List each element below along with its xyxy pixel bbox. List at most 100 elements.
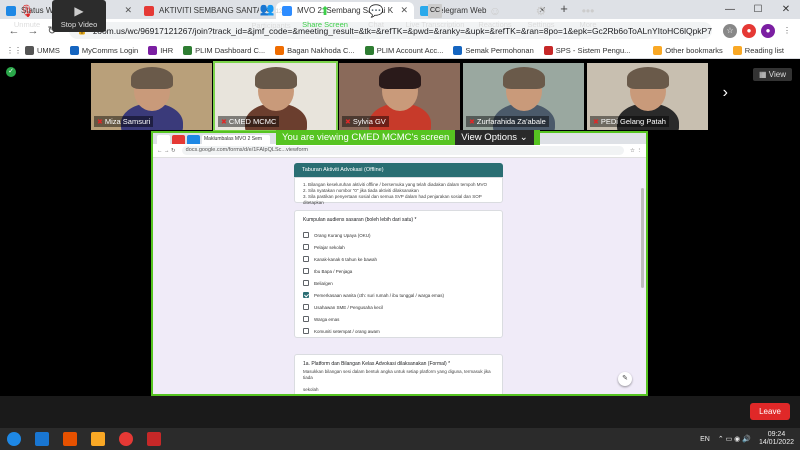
bookmark-folder[interactable]: Other bookmarks (653, 45, 723, 55)
live-transcription-button[interactable]: CC Live Transcription (404, 0, 466, 32)
view-button[interactable]: ▦ View (753, 68, 792, 81)
more-label: More (579, 19, 597, 29)
photos-icon[interactable] (140, 428, 168, 450)
checkbox[interactable] (303, 256, 309, 262)
security-shield-icon[interactable]: ✓ (6, 67, 16, 77)
leave-button[interactable]: Leave (750, 403, 790, 420)
extension-icon[interactable]: ● (742, 23, 756, 38)
next-page-chevron-icon[interactable]: › (723, 84, 728, 102)
internet-explorer-icon[interactable] (28, 428, 56, 450)
maximize-icon[interactable]: ☐ (744, 0, 772, 19)
tray-icons[interactable]: ⌃ ▭ ◉ 🔊 (718, 435, 751, 443)
reactions-button[interactable]: ☺ Reactions (476, 0, 514, 32)
bookmark-item[interactable]: UMMS (25, 45, 60, 55)
bookmark-favicon-icon (25, 45, 34, 55)
live-transcription-label: Live Transcription (405, 19, 465, 29)
participant-name: ✖ Zurfarahida Za'abale (466, 116, 549, 127)
chrome-icon[interactable] (112, 428, 140, 450)
checkbox[interactable] (303, 244, 309, 250)
folder-icon (653, 45, 663, 55)
more-button[interactable]: ••• More (576, 0, 600, 32)
checkbox-option[interactable]: Usahawan SME / Pengusaha kecil (303, 301, 494, 313)
checkbox-label: Orang Kurang Upaya (OKU) (314, 232, 371, 238)
view-options-button[interactable]: View Options ⌄ (455, 130, 534, 145)
mic-muted-icon: ✖ (97, 118, 103, 126)
bookmark-item[interactable]: MyComms Login (69, 45, 139, 55)
shared-screen: Maklumbalas MVO 2 Sem ← → ↻ docs.google.… (151, 131, 648, 396)
media-player-icon[interactable] (56, 428, 84, 450)
bookmark-label: MyComms Login (81, 45, 139, 55)
checkbox[interactable] (303, 232, 309, 238)
mic-muted-icon: ✖ (345, 118, 351, 126)
checkbox-label: Pelajar sekolah (314, 244, 345, 250)
checkbox-option[interactable]: Belia/gen (303, 277, 494, 289)
address-bar: ← → ↻ 🔒 zoom.us/wc/96917121267/join?trac… (0, 19, 800, 42)
participant-gallery: ✖ Miza Samsuri ✖ CMED MCMC ✖ Sylvia GV ✖ Zur… (91, 61, 711, 132)
profile-avatar[interactable]: ● (761, 23, 775, 38)
participant-tile[interactable]: ✖ CMED MCMC (213, 61, 338, 132)
participants-button[interactable]: 👥12 Participants (246, 0, 296, 32)
shared-scrollbar[interactable] (641, 188, 644, 288)
bookmark-item[interactable]: PLIM Dashboard C... (183, 45, 265, 55)
checkbox-option[interactable]: Ibu Bapa / Penjaga (303, 265, 494, 277)
share-screen-button[interactable]: ⬆ Share Screen (300, 0, 350, 32)
checkbox[interactable] (303, 292, 309, 298)
participants-icon: 👥12 (259, 2, 283, 16)
checkbox-option[interactable]: Orang Kurang Upaya (OKU) (303, 229, 494, 241)
checkbox[interactable] (303, 304, 309, 310)
bookmark-favicon-icon (183, 45, 193, 55)
mic-muted-icon: ✖ (469, 118, 475, 126)
bookmark-item[interactable]: IHR (148, 45, 174, 55)
settings-label: Settings (527, 19, 555, 29)
bookmark-label: UMMS (37, 45, 60, 55)
new-tab-button[interactable]: + (556, 2, 572, 18)
checkbox-label: Kanak-kanak 6 tahun ke bawah (314, 256, 378, 262)
checkbox-option[interactable]: Pemerkasaan wanita (cth: suri rumah / ib… (303, 289, 494, 301)
unmute-button[interactable]: 🎙 Unmute (8, 0, 46, 32)
stop-video-button[interactable]: ▶ Stop Video (52, 0, 106, 32)
reactions-icon: ☺ (488, 3, 502, 18)
minimize-icon[interactable]: — (716, 0, 744, 19)
tab-close-icon[interactable]: ✕ (124, 5, 132, 16)
checkbox-option[interactable]: Warga emas (303, 313, 494, 325)
participant-tile[interactable]: ✖ Zurfarahida Za'abale (463, 63, 584, 130)
participant-tile[interactable]: ✖ Sylvia GV (339, 63, 460, 130)
bookmark-item[interactable]: PLIM Account Acc... (364, 45, 443, 55)
participant-tile[interactable]: ✖ Miza Samsuri (91, 63, 212, 130)
bookmark-folder-label: Reading list (744, 45, 784, 55)
bookmark-label: SPS - Sistem Pengu... (555, 45, 631, 55)
bookmark-item[interactable]: SPS - Sistem Pengu... (543, 45, 631, 55)
share-screen-label: Share Screen (302, 19, 348, 29)
checkbox-option[interactable]: Komuniti setempat / orang awam (303, 325, 494, 337)
bookmark-folder[interactable]: Reading list (732, 45, 784, 55)
checkbox[interactable] (303, 268, 309, 274)
video-camera-icon: ▶ (74, 3, 84, 18)
bookmark-label: IHR (160, 45, 174, 55)
more-dots-icon: ••• (581, 3, 595, 18)
participant-tile[interactable]: ✖ PEDi Gelang Patah (587, 63, 708, 130)
windows-start-icon[interactable] (0, 428, 28, 450)
apps-icon[interactable]: ⋮⋮ (6, 46, 22, 55)
participant-hair (627, 67, 669, 89)
checkbox[interactable] (303, 280, 309, 286)
tab-label: AKTIVITI SEMBANG SANTAI BER (159, 6, 260, 15)
mic-muted-icon: ✖ (221, 118, 227, 126)
chat-icon: 💬 (368, 3, 384, 18)
language-indicator[interactable]: EN (700, 436, 710, 443)
settings-button[interactable]: ⚙ Settings (526, 0, 556, 32)
close-window-icon[interactable]: ✕ (772, 0, 800, 19)
file-explorer-icon[interactable] (84, 428, 112, 450)
checkbox-option[interactable]: Kanak-kanak 6 tahun ke bawah (303, 253, 494, 265)
star-icon[interactable]: ☆ (723, 23, 737, 38)
menu-icon[interactable]: ⋮ (780, 23, 794, 38)
edit-pen-icon[interactable]: ✎ (618, 372, 632, 386)
checkbox[interactable] (303, 316, 309, 322)
checkbox-label: Ibu Bapa / Penjaga (314, 268, 353, 274)
bookmark-item[interactable]: Semak Permohonan (453, 45, 534, 55)
checkbox-label: Warga emas (314, 316, 340, 322)
chat-button[interactable]: 💬 Chat (360, 0, 392, 32)
checkbox-option[interactable]: Pelajar sekolah (303, 241, 494, 253)
bookmark-item[interactable]: Bagan Nakhoda C... (275, 45, 355, 55)
clock[interactable]: 09:24 14/01/2022 (759, 431, 794, 447)
checkbox[interactable] (303, 328, 309, 334)
